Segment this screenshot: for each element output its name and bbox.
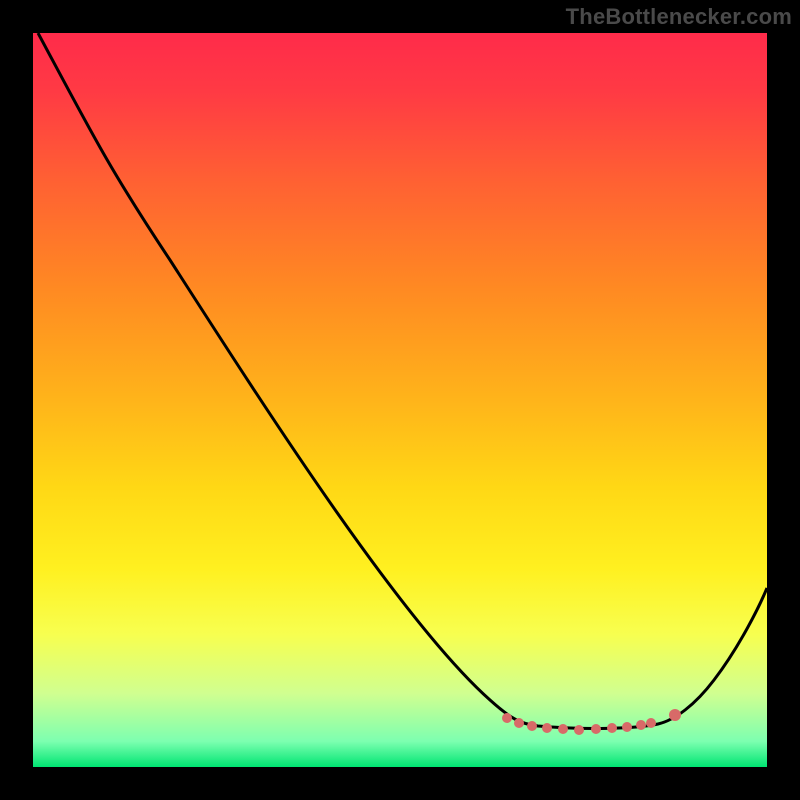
optimal-marker	[591, 724, 601, 734]
optimal-marker	[542, 723, 552, 733]
bottleneck-chart	[0, 0, 800, 800]
optimal-marker	[622, 722, 632, 732]
optimal-marker	[574, 725, 584, 735]
optimal-end-marker	[669, 709, 681, 721]
optimal-marker	[558, 724, 568, 734]
optimal-marker	[527, 721, 537, 731]
plot-background	[33, 33, 767, 767]
optimal-marker	[636, 720, 646, 730]
chart-frame: TheBottlenecker.com	[0, 0, 800, 800]
optimal-marker	[646, 718, 656, 728]
optimal-marker	[502, 713, 512, 723]
optimal-marker	[514, 718, 524, 728]
optimal-marker	[607, 723, 617, 733]
